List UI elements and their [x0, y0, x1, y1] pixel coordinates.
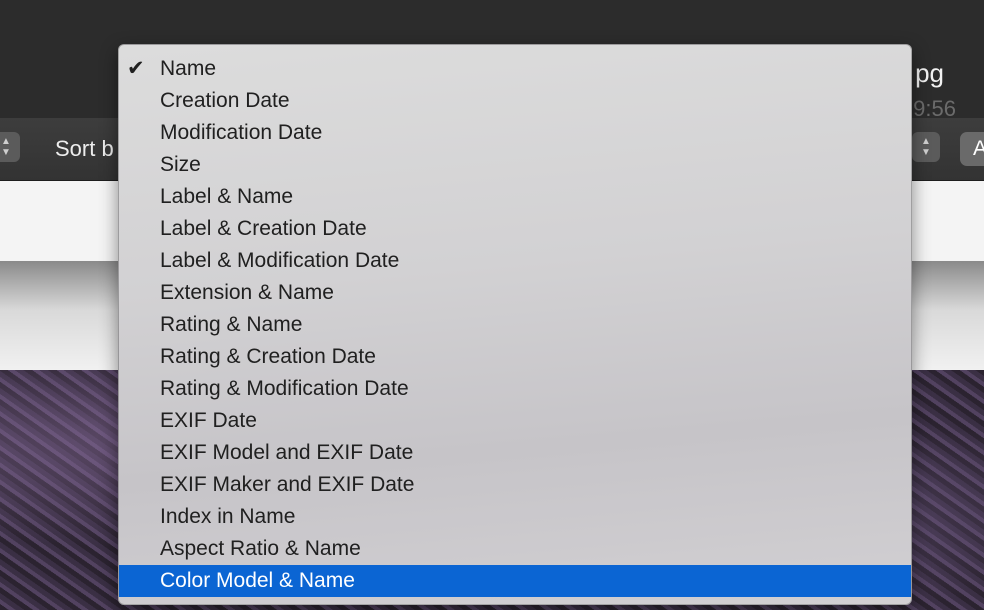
toolbar-a-button[interactable]: A: [960, 132, 984, 166]
sort-option-exif-date[interactable]: EXIF Date: [119, 405, 911, 437]
sort-popup-stepper[interactable]: ▲ ▼: [912, 132, 940, 162]
sort-option-exif-maker-date[interactable]: EXIF Maker and EXIF Date: [119, 469, 911, 501]
stepper-down-icon: ▼: [921, 147, 931, 158]
sort-by-dropdown-menu: ✔ Name Creation Date Modification Date S…: [118, 44, 912, 605]
sort-option-rating-creation-date[interactable]: Rating & Creation Date: [119, 341, 911, 373]
sort-option-index-in-name[interactable]: Index in Name: [119, 501, 911, 533]
stepper-up-icon: ▲: [921, 136, 931, 147]
sort-option-label-name[interactable]: Label & Name: [119, 181, 911, 213]
sort-option-extension-name[interactable]: Extension & Name: [119, 277, 911, 309]
sort-option-name[interactable]: ✔ Name: [119, 53, 911, 85]
sort-option-label-modification-date[interactable]: Label & Modification Date: [119, 245, 911, 277]
sort-option-color-model-name[interactable]: Color Model & Name: [119, 565, 911, 597]
sort-by-label: Sort b: [55, 136, 114, 161]
stepper-up-icon: ▲: [1, 136, 11, 147]
window-title: pg: [915, 58, 944, 88]
sort-option-label-creation-date[interactable]: Label & Creation Date: [119, 213, 911, 245]
stepper-down-icon: ▼: [1, 147, 11, 158]
sort-option-aspect-ratio-name[interactable]: Aspect Ratio & Name: [119, 533, 911, 565]
sort-option-rating-name[interactable]: Rating & Name: [119, 309, 911, 341]
sort-option-rating-modification-date[interactable]: Rating & Modification Date: [119, 373, 911, 405]
sort-option-size[interactable]: Size: [119, 149, 911, 181]
left-stepper[interactable]: ▲ ▼: [0, 132, 20, 162]
sort-option-creation-date[interactable]: Creation Date: [119, 85, 911, 117]
sort-option-exif-model-date[interactable]: EXIF Model and EXIF Date: [119, 437, 911, 469]
checkmark-icon: ✔: [127, 57, 145, 80]
sort-option-modification-date[interactable]: Modification Date: [119, 117, 911, 149]
